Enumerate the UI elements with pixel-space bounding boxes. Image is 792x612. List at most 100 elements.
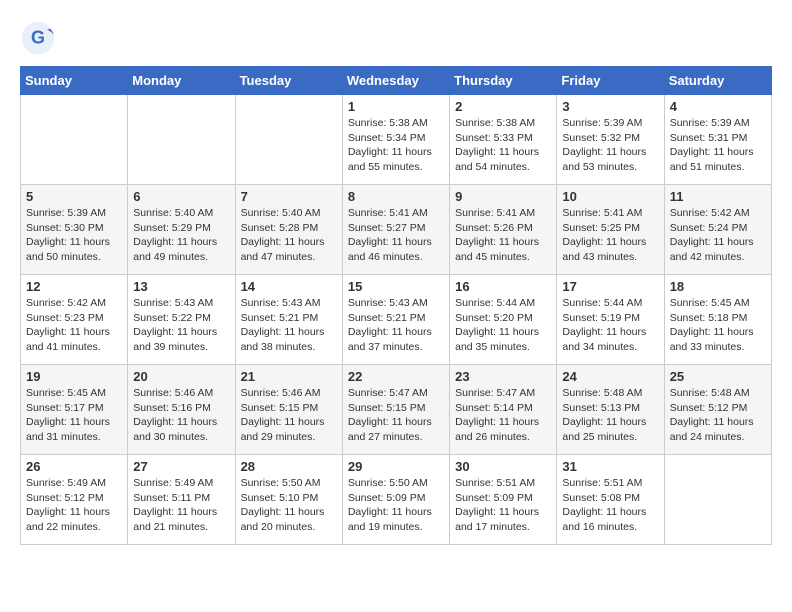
- day-info: Sunrise: 5:38 AM Sunset: 5:33 PM Dayligh…: [455, 116, 551, 175]
- calendar-cell: 19 Sunrise: 5:45 AM Sunset: 5:17 PM Dayli…: [21, 365, 128, 455]
- calendar-cell: [21, 95, 128, 185]
- day-info: Sunrise: 5:38 AM Sunset: 5:34 PM Dayligh…: [348, 116, 444, 175]
- day-info: Sunrise: 5:48 AM Sunset: 5:13 PM Dayligh…: [562, 386, 658, 445]
- calendar-cell: 22 Sunrise: 5:47 AM Sunset: 5:15 PM Dayli…: [342, 365, 449, 455]
- calendar-cell: 14 Sunrise: 5:43 AM Sunset: 5:21 PM Dayli…: [235, 275, 342, 365]
- calendar-week-row: 1 Sunrise: 5:38 AM Sunset: 5:34 PM Daylig…: [21, 95, 772, 185]
- calendar-cell: 30 Sunrise: 5:51 AM Sunset: 5:09 PM Dayli…: [450, 455, 557, 545]
- day-number: 28: [241, 459, 337, 474]
- calendar-cell: 21 Sunrise: 5:46 AM Sunset: 5:15 PM Dayli…: [235, 365, 342, 455]
- day-info: Sunrise: 5:39 AM Sunset: 5:32 PM Dayligh…: [562, 116, 658, 175]
- day-info: Sunrise: 5:45 AM Sunset: 5:17 PM Dayligh…: [26, 386, 122, 445]
- calendar-cell: 11Sunrise: 5:42 AM Sunset: 5:24 PM Dayli…: [664, 185, 771, 275]
- calendar-cell: 28 Sunrise: 5:50 AM Sunset: 5:10 PM Dayli…: [235, 455, 342, 545]
- day-info: Sunrise: 5:46 AM Sunset: 5:15 PM Dayligh…: [241, 386, 337, 445]
- day-info: Sunrise: 5:39 AM Sunset: 5:31 PM Dayligh…: [670, 116, 766, 175]
- day-of-week-header: Monday: [128, 67, 235, 95]
- calendar-cell: 6 Sunrise: 5:40 AM Sunset: 5:29 PM Daylig…: [128, 185, 235, 275]
- calendar-cell: 16Sunrise: 5:44 AM Sunset: 5:20 PM Dayli…: [450, 275, 557, 365]
- day-info: Sunrise: 5:49 AM Sunset: 5:11 PM Dayligh…: [133, 476, 229, 535]
- day-number: 9: [455, 189, 551, 204]
- calendar-cell: [235, 95, 342, 185]
- day-number: 30: [455, 459, 551, 474]
- day-number: 19: [26, 369, 122, 384]
- calendar-week-row: 19 Sunrise: 5:45 AM Sunset: 5:17 PM Dayli…: [21, 365, 772, 455]
- calendar-cell: 26 Sunrise: 5:49 AM Sunset: 5:12 PM Dayli…: [21, 455, 128, 545]
- day-number: 29: [348, 459, 444, 474]
- day-number: 26: [26, 459, 122, 474]
- calendar-cell: 17Sunrise: 5:44 AM Sunset: 5:19 PM Dayli…: [557, 275, 664, 365]
- day-number: 14: [241, 279, 337, 294]
- day-number: 3: [562, 99, 658, 114]
- svg-text:G: G: [31, 27, 45, 47]
- day-info: Sunrise: 5:47 AM Sunset: 5:15 PM Dayligh…: [348, 386, 444, 445]
- day-info: Sunrise: 5:41 AM Sunset: 5:26 PM Dayligh…: [455, 206, 551, 265]
- calendar-cell: 3 Sunrise: 5:39 AM Sunset: 5:32 PM Daylig…: [557, 95, 664, 185]
- day-info: Sunrise: 5:51 AM Sunset: 5:09 PM Dayligh…: [455, 476, 551, 535]
- day-info: Sunrise: 5:40 AM Sunset: 5:28 PM Dayligh…: [241, 206, 337, 265]
- day-info: Sunrise: 5:48 AM Sunset: 5:12 PM Dayligh…: [670, 386, 766, 445]
- calendar-week-row: 12Sunrise: 5:42 AM Sunset: 5:23 PM Dayli…: [21, 275, 772, 365]
- day-number: 2: [455, 99, 551, 114]
- day-info: Sunrise: 5:43 AM Sunset: 5:21 PM Dayligh…: [241, 296, 337, 355]
- day-info: Sunrise: 5:43 AM Sunset: 5:21 PM Dayligh…: [348, 296, 444, 355]
- day-number: 22: [348, 369, 444, 384]
- day-number: 1: [348, 99, 444, 114]
- day-info: Sunrise: 5:40 AM Sunset: 5:29 PM Dayligh…: [133, 206, 229, 265]
- day-number: 20: [133, 369, 229, 384]
- calendar-cell: 23 Sunrise: 5:47 AM Sunset: 5:14 PM Dayli…: [450, 365, 557, 455]
- calendar-cell: 8 Sunrise: 5:41 AM Sunset: 5:27 PM Daylig…: [342, 185, 449, 275]
- day-number: 15: [348, 279, 444, 294]
- day-info: Sunrise: 5:42 AM Sunset: 5:24 PM Dayligh…: [670, 206, 766, 265]
- day-info: Sunrise: 5:43 AM Sunset: 5:22 PM Dayligh…: [133, 296, 229, 355]
- calendar-cell: 27 Sunrise: 5:49 AM Sunset: 5:11 PM Dayli…: [128, 455, 235, 545]
- day-number: 23: [455, 369, 551, 384]
- day-info: Sunrise: 5:41 AM Sunset: 5:25 PM Dayligh…: [562, 206, 658, 265]
- day-info: Sunrise: 5:51 AM Sunset: 5:08 PM Dayligh…: [562, 476, 658, 535]
- day-info: Sunrise: 5:39 AM Sunset: 5:30 PM Dayligh…: [26, 206, 122, 265]
- day-of-week-header: Sunday: [21, 67, 128, 95]
- calendar-cell: 2 Sunrise: 5:38 AM Sunset: 5:33 PM Daylig…: [450, 95, 557, 185]
- day-number: 6: [133, 189, 229, 204]
- day-of-week-header: Wednesday: [342, 67, 449, 95]
- calendar-table: SundayMondayTuesdayWednesdayThursdayFrid…: [20, 66, 772, 545]
- day-info: Sunrise: 5:41 AM Sunset: 5:27 PM Dayligh…: [348, 206, 444, 265]
- day-number: 7: [241, 189, 337, 204]
- day-info: Sunrise: 5:47 AM Sunset: 5:14 PM Dayligh…: [455, 386, 551, 445]
- day-number: 18: [670, 279, 766, 294]
- calendar-cell: 15 Sunrise: 5:43 AM Sunset: 5:21 PM Dayli…: [342, 275, 449, 365]
- calendar-cell: 13 Sunrise: 5:43 AM Sunset: 5:22 PM Dayli…: [128, 275, 235, 365]
- day-number: 25: [670, 369, 766, 384]
- day-number: 4: [670, 99, 766, 114]
- calendar-cell: 29Sunrise: 5:50 AM Sunset: 5:09 PM Dayli…: [342, 455, 449, 545]
- day-number: 10: [562, 189, 658, 204]
- calendar-cell: 5 Sunrise: 5:39 AM Sunset: 5:30 PM Daylig…: [21, 185, 128, 275]
- day-number: 5: [26, 189, 122, 204]
- day-number: 21: [241, 369, 337, 384]
- logo-icon: G: [20, 20, 56, 56]
- day-number: 24: [562, 369, 658, 384]
- calendar-cell: 20Sunrise: 5:46 AM Sunset: 5:16 PM Dayli…: [128, 365, 235, 455]
- day-number: 31: [562, 459, 658, 474]
- day-info: Sunrise: 5:50 AM Sunset: 5:10 PM Dayligh…: [241, 476, 337, 535]
- calendar-cell: 18 Sunrise: 5:45 AM Sunset: 5:18 PM Dayli…: [664, 275, 771, 365]
- day-of-week-header: Saturday: [664, 67, 771, 95]
- page-header: G: [20, 20, 772, 56]
- day-info: Sunrise: 5:45 AM Sunset: 5:18 PM Dayligh…: [670, 296, 766, 355]
- calendar-cell: 4 Sunrise: 5:39 AM Sunset: 5:31 PM Daylig…: [664, 95, 771, 185]
- calendar-header-row: SundayMondayTuesdayWednesdayThursdayFrid…: [21, 67, 772, 95]
- day-of-week-header: Thursday: [450, 67, 557, 95]
- calendar-cell: 1 Sunrise: 5:38 AM Sunset: 5:34 PM Daylig…: [342, 95, 449, 185]
- calendar-week-row: 26 Sunrise: 5:49 AM Sunset: 5:12 PM Dayli…: [21, 455, 772, 545]
- day-number: 13: [133, 279, 229, 294]
- day-info: Sunrise: 5:49 AM Sunset: 5:12 PM Dayligh…: [26, 476, 122, 535]
- calendar-cell: 31 Sunrise: 5:51 AM Sunset: 5:08 PM Dayli…: [557, 455, 664, 545]
- day-number: 17: [562, 279, 658, 294]
- day-number: 27: [133, 459, 229, 474]
- day-number: 8: [348, 189, 444, 204]
- calendar-cell: [664, 455, 771, 545]
- day-of-week-header: Friday: [557, 67, 664, 95]
- day-info: Sunrise: 5:42 AM Sunset: 5:23 PM Dayligh…: [26, 296, 122, 355]
- calendar-cell: 12Sunrise: 5:42 AM Sunset: 5:23 PM Dayli…: [21, 275, 128, 365]
- day-of-week-header: Tuesday: [235, 67, 342, 95]
